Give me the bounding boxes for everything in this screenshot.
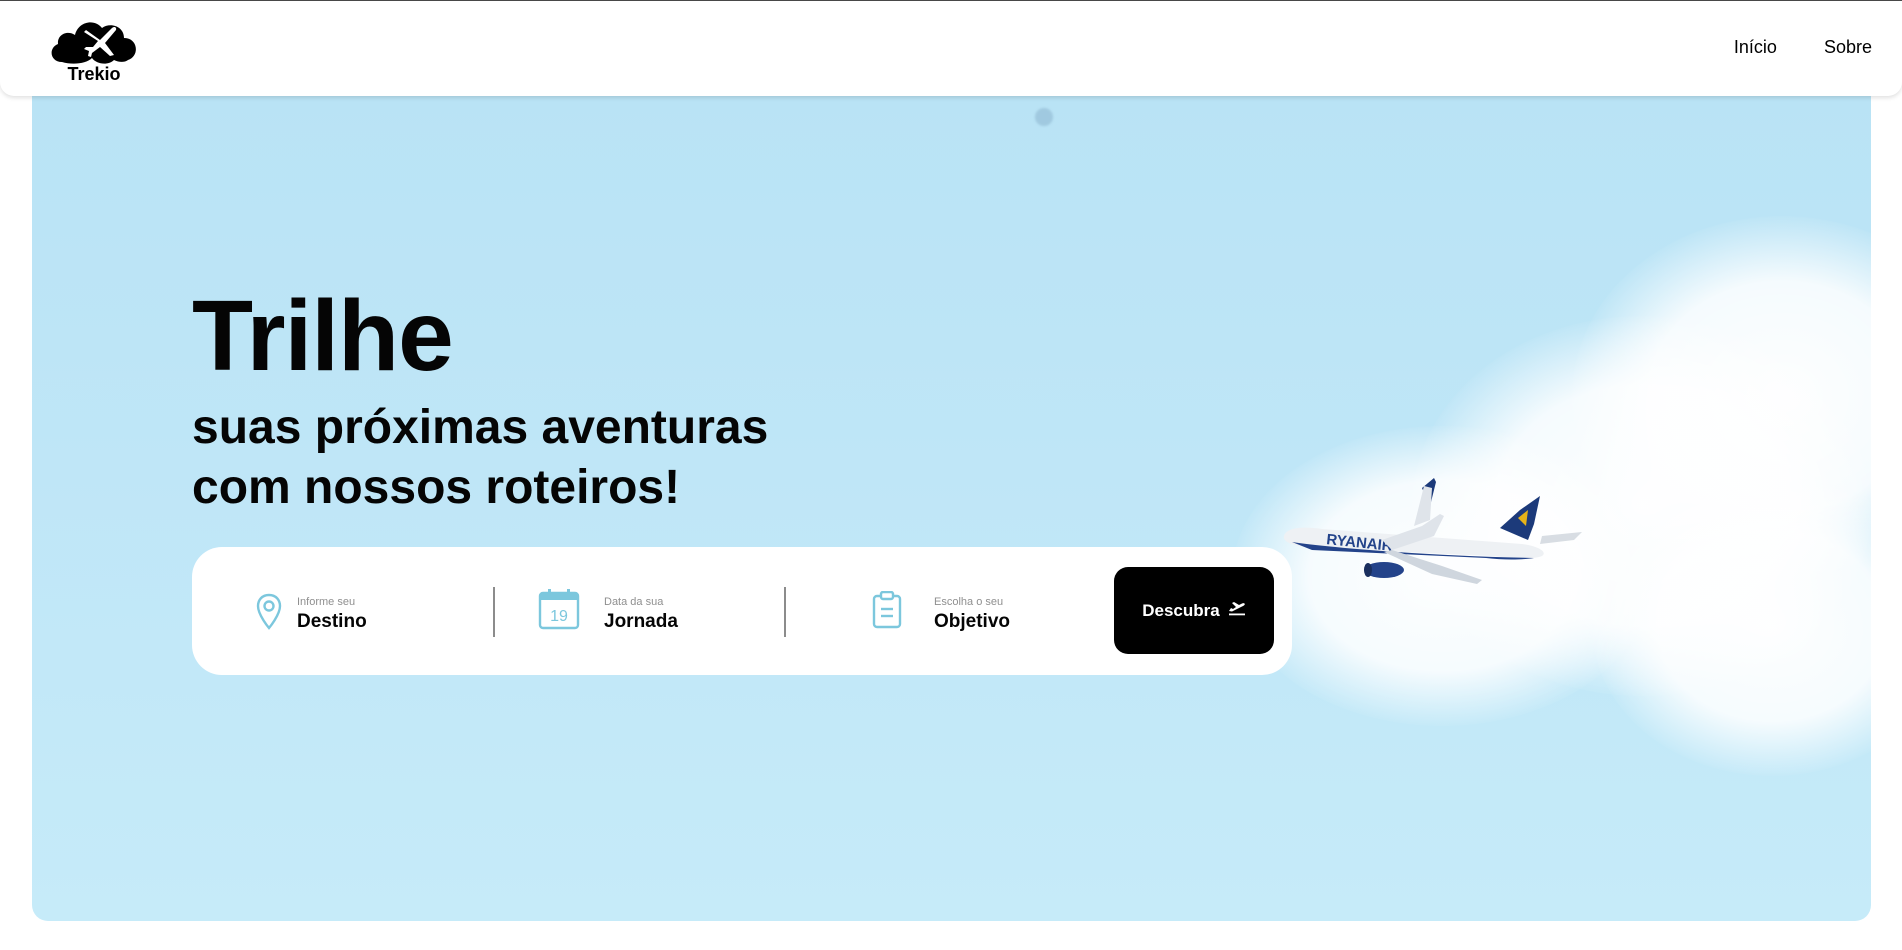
calendar-icon: 19 [538, 588, 580, 635]
main-nav: Início Sobre [1734, 37, 1872, 58]
discover-button-label: Descubra [1142, 600, 1220, 620]
destination-label: Destino [297, 611, 367, 632]
search-divider [493, 587, 495, 637]
search-divider [784, 587, 786, 637]
sky-speck [1035, 108, 1053, 126]
goal-hint: Escolha o seu [934, 596, 1004, 608]
brand-logo[interactable]: Trekio [48, 10, 140, 90]
hero-subtitle-line-1: suas próximas aventuras [192, 401, 769, 454]
nav-link-sobre[interactable]: Sobre [1824, 37, 1872, 58]
goal-label: Objetivo [934, 611, 1011, 632]
date-field[interactable]: 19 Data da sua Jornada [538, 587, 708, 637]
hero-title: Trilhe [192, 280, 454, 392]
nav-link-inicio[interactable]: Início [1734, 37, 1777, 58]
goal-field[interactable]: Escolha o seu Objetivo [872, 587, 1052, 637]
hero-subtitle: suas próximas aventuras com nossos rotei… [192, 398, 892, 518]
site-header: Trekio Início Sobre [0, 1, 1902, 96]
clipboard-icon [872, 590, 902, 634]
destination-field[interactable]: Informe seu Destino [246, 587, 406, 637]
hero-subtitle-line-2: com nossos roteiros! [192, 461, 681, 514]
date-label: Jornada [604, 611, 678, 632]
search-bar: Informe seu Destino 19 Data da sua Jorna… [192, 547, 1292, 675]
airplane-illustration: RYANAIR [1283, 478, 1582, 584]
date-hint: Data da sua [604, 596, 664, 608]
cloud-plane-icon [51, 22, 136, 64]
destination-hint: Informe seu [297, 596, 356, 608]
brand-name: Trekio [67, 64, 121, 84]
hero-section: RYANAIR Trilhe suas próximas aventuras c… [32, 96, 1871, 921]
calendar-day: 19 [550, 608, 568, 625]
plane-takeoff-icon [1228, 600, 1246, 621]
map-pin-icon [256, 593, 282, 636]
discover-button[interactable]: Descubra [1114, 567, 1274, 654]
